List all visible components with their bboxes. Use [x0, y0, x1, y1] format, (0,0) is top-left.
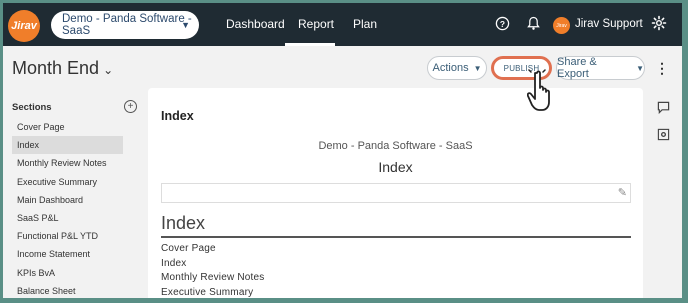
sidebar-item-executive-summary[interactable]: Executive Summary: [12, 173, 123, 191]
sidebar-item-cover-page[interactable]: Cover Page: [12, 118, 123, 136]
sidebar-item-saas-pl[interactable]: SaaS P&L: [12, 209, 123, 227]
list-item: Executive Summary: [161, 286, 254, 298]
editable-text-block[interactable]: ✎: [161, 183, 631, 203]
nav-plan[interactable]: Plan: [353, 17, 377, 31]
bell-icon[interactable]: [527, 16, 540, 34]
avatar[interactable]: Jirav: [553, 17, 570, 34]
section-title: Index: [161, 109, 194, 123]
comment-icon[interactable]: [657, 101, 670, 117]
actions-button[interactable]: Actions ▼: [427, 56, 487, 80]
sidebar-item-functional-pl-ytd[interactable]: Functional P&L YTD: [12, 227, 123, 245]
sidebar-item-index[interactable]: Index: [12, 136, 123, 155]
gear-icon[interactable]: [651, 15, 667, 34]
active-nav-indicator: [285, 43, 335, 46]
help-icon[interactable]: ?: [495, 16, 510, 34]
caret-down-icon: ▼: [473, 63, 482, 73]
list-item: Monthly Review Notes: [161, 272, 265, 283]
report-title-dropdown[interactable]: Month End ⌄: [12, 58, 113, 79]
add-section-icon[interactable]: +: [124, 100, 137, 113]
nav-report[interactable]: Report: [298, 17, 334, 31]
nav-dashboard[interactable]: Dashboard: [226, 17, 285, 31]
divider: [161, 236, 631, 238]
user-name[interactable]: Jirav Support: [575, 18, 643, 30]
company-selector-label: Demo - Panda Software - SaaS: [62, 13, 192, 37]
sidebar-item-monthly-review-notes[interactable]: Monthly Review Notes: [12, 154, 123, 172]
app-window: Jirav Demo - Panda Software - SaaS ▼ Das…: [3, 3, 682, 298]
share-export-button[interactable]: Share & Export ▼: [556, 56, 645, 80]
chevron-down-icon: ⌄: [103, 63, 114, 77]
index-heading: Index: [161, 213, 206, 233]
sidebar-item-income-statement[interactable]: Income Statement: [12, 245, 123, 263]
share-export-label: Share & Export: [557, 56, 597, 80]
sidebar-item-balance-sheet[interactable]: Balance Sheet: [12, 282, 123, 298]
report-company-name: Demo - Panda Software - SaaS: [318, 140, 473, 152]
pointer-hand-icon: [526, 67, 563, 120]
top-navigation-bar: Jirav Demo - Panda Software - SaaS ▼ Das…: [3, 3, 682, 46]
page-title: Month End: [12, 58, 100, 78]
sidebar-item-kpis-bva[interactable]: KPIs BvA: [12, 264, 123, 282]
svg-text:?: ?: [500, 19, 505, 29]
sections-list: Cover Page Index Monthly Review Notes Ex…: [12, 118, 123, 298]
caret-down-icon: ▼: [636, 63, 644, 73]
actions-label: Actions: [432, 62, 469, 74]
company-selector[interactable]: Demo - Panda Software - SaaS ▼: [51, 11, 199, 39]
sections-heading: Sections: [12, 102, 52, 113]
list-item: Cover Page: [161, 243, 216, 254]
report-content-panel: Index Demo - Panda Software - SaaS Index…: [148, 88, 643, 298]
chevron-down-icon: ▼: [181, 20, 190, 30]
settings-panel-icon[interactable]: [657, 128, 670, 144]
sidebar-item-main-dashboard[interactable]: Main Dashboard: [12, 191, 123, 209]
jirav-logo[interactable]: Jirav: [8, 10, 40, 42]
pencil-icon[interactable]: ✎: [618, 186, 627, 199]
list-item: Index: [161, 257, 187, 269]
index-list: Cover Page Index Monthly Review Notes Ex…: [161, 242, 264, 298]
more-options-icon[interactable]: ⋮: [655, 60, 669, 77]
report-subtitle: Index: [378, 159, 413, 175]
